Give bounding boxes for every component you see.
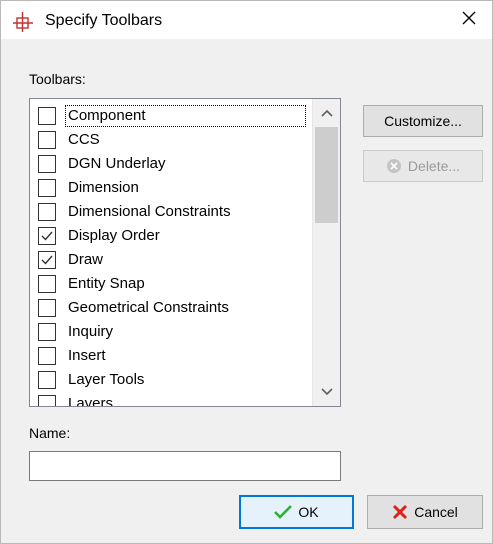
ok-button-label: OK — [298, 504, 319, 520]
chevron-down-icon — [321, 383, 333, 401]
list-item[interactable]: CCS — [30, 128, 312, 152]
list-item-label: Geometrical Constraints — [68, 299, 229, 316]
chevron-up-icon — [321, 104, 333, 122]
checkmark-icon — [274, 505, 293, 519]
toolbars-listbox[interactable]: Component CCS DGN Underlay Dimension Dimensi… — [29, 98, 341, 407]
dialog-title: Specify Toolbars — [45, 12, 163, 29]
list-item[interactable]: Insert — [30, 344, 312, 368]
checkbox-unchecked[interactable] — [38, 155, 56, 173]
checkbox-unchecked[interactable] — [38, 371, 56, 389]
list-item-label: Inquiry — [68, 323, 114, 340]
checkbox-unchecked[interactable] — [38, 395, 56, 406]
checkbox-unchecked[interactable] — [38, 299, 56, 317]
toolbars-list-items: Component CCS DGN Underlay Dimension Dimensi… — [30, 104, 312, 407]
list-item-label: Layers — [68, 395, 114, 407]
list-item-label: Insert — [68, 347, 106, 364]
close-icon — [462, 11, 476, 30]
list-item-label: Entity Snap — [68, 275, 145, 292]
checkbox-unchecked[interactable] — [38, 107, 56, 125]
checkbox-unchecked[interactable] — [38, 131, 56, 149]
name-input[interactable] — [29, 451, 341, 481]
checkbox-unchecked[interactable] — [38, 347, 56, 365]
vertical-scrollbar[interactable] — [312, 99, 340, 406]
checkbox-checked[interactable] — [38, 251, 56, 269]
list-item[interactable]: DGN Underlay — [30, 152, 312, 176]
list-item[interactable]: Layers — [30, 392, 312, 407]
close-button[interactable] — [446, 1, 492, 39]
list-item-label: Dimensional Constraints — [68, 203, 231, 220]
list-item[interactable]: Draw — [30, 248, 312, 272]
cancel-button[interactable]: Cancel — [367, 495, 483, 529]
target-icon — [13, 12, 33, 32]
list-item[interactable]: Component — [30, 104, 312, 128]
checkbox-unchecked[interactable] — [38, 179, 56, 197]
delete-circle-icon — [386, 158, 402, 174]
list-item-label: CCS — [68, 131, 100, 148]
list-item-label: Dimension — [68, 179, 139, 196]
x-icon — [392, 504, 408, 520]
cancel-button-label: Cancel — [414, 504, 458, 520]
customize-button[interactable]: Customize... — [363, 105, 483, 137]
name-label: Name: — [29, 425, 71, 441]
list-item-label: Display Order — [68, 227, 160, 244]
list-item-label: Draw — [68, 251, 104, 268]
list-item[interactable]: Dimensional Constraints — [30, 200, 312, 224]
delete-button[interactable]: Delete... — [363, 150, 483, 182]
list-item-label: Layer Tools — [68, 371, 145, 388]
scroll-thumb[interactable] — [315, 127, 338, 223]
scroll-down-button[interactable] — [313, 380, 340, 404]
checkbox-unchecked[interactable] — [38, 203, 56, 221]
title-bar: Specify Toolbars — [1, 1, 492, 39]
scroll-up-button[interactable] — [313, 101, 340, 125]
toolbars-label: Toolbars: — [29, 71, 86, 87]
specify-toolbars-dialog: Specify Toolbars Toolbars: Component CCS D… — [0, 0, 493, 544]
ok-button[interactable]: OK — [239, 495, 354, 529]
list-item[interactable]: Entity Snap — [30, 272, 312, 296]
checkbox-checked[interactable] — [38, 227, 56, 245]
checkbox-unchecked[interactable] — [38, 275, 56, 293]
checkbox-unchecked[interactable] — [38, 323, 56, 341]
list-item-label: DGN Underlay — [68, 155, 166, 172]
list-item[interactable]: Inquiry — [30, 320, 312, 344]
list-item[interactable]: Display Order — [30, 224, 312, 248]
focus-rectangle — [65, 105, 306, 127]
list-item[interactable]: Geometrical Constraints — [30, 296, 312, 320]
delete-button-label: Delete... — [407, 158, 461, 174]
list-item[interactable]: Layer Tools — [30, 368, 312, 392]
list-item[interactable]: Dimension — [30, 176, 312, 200]
